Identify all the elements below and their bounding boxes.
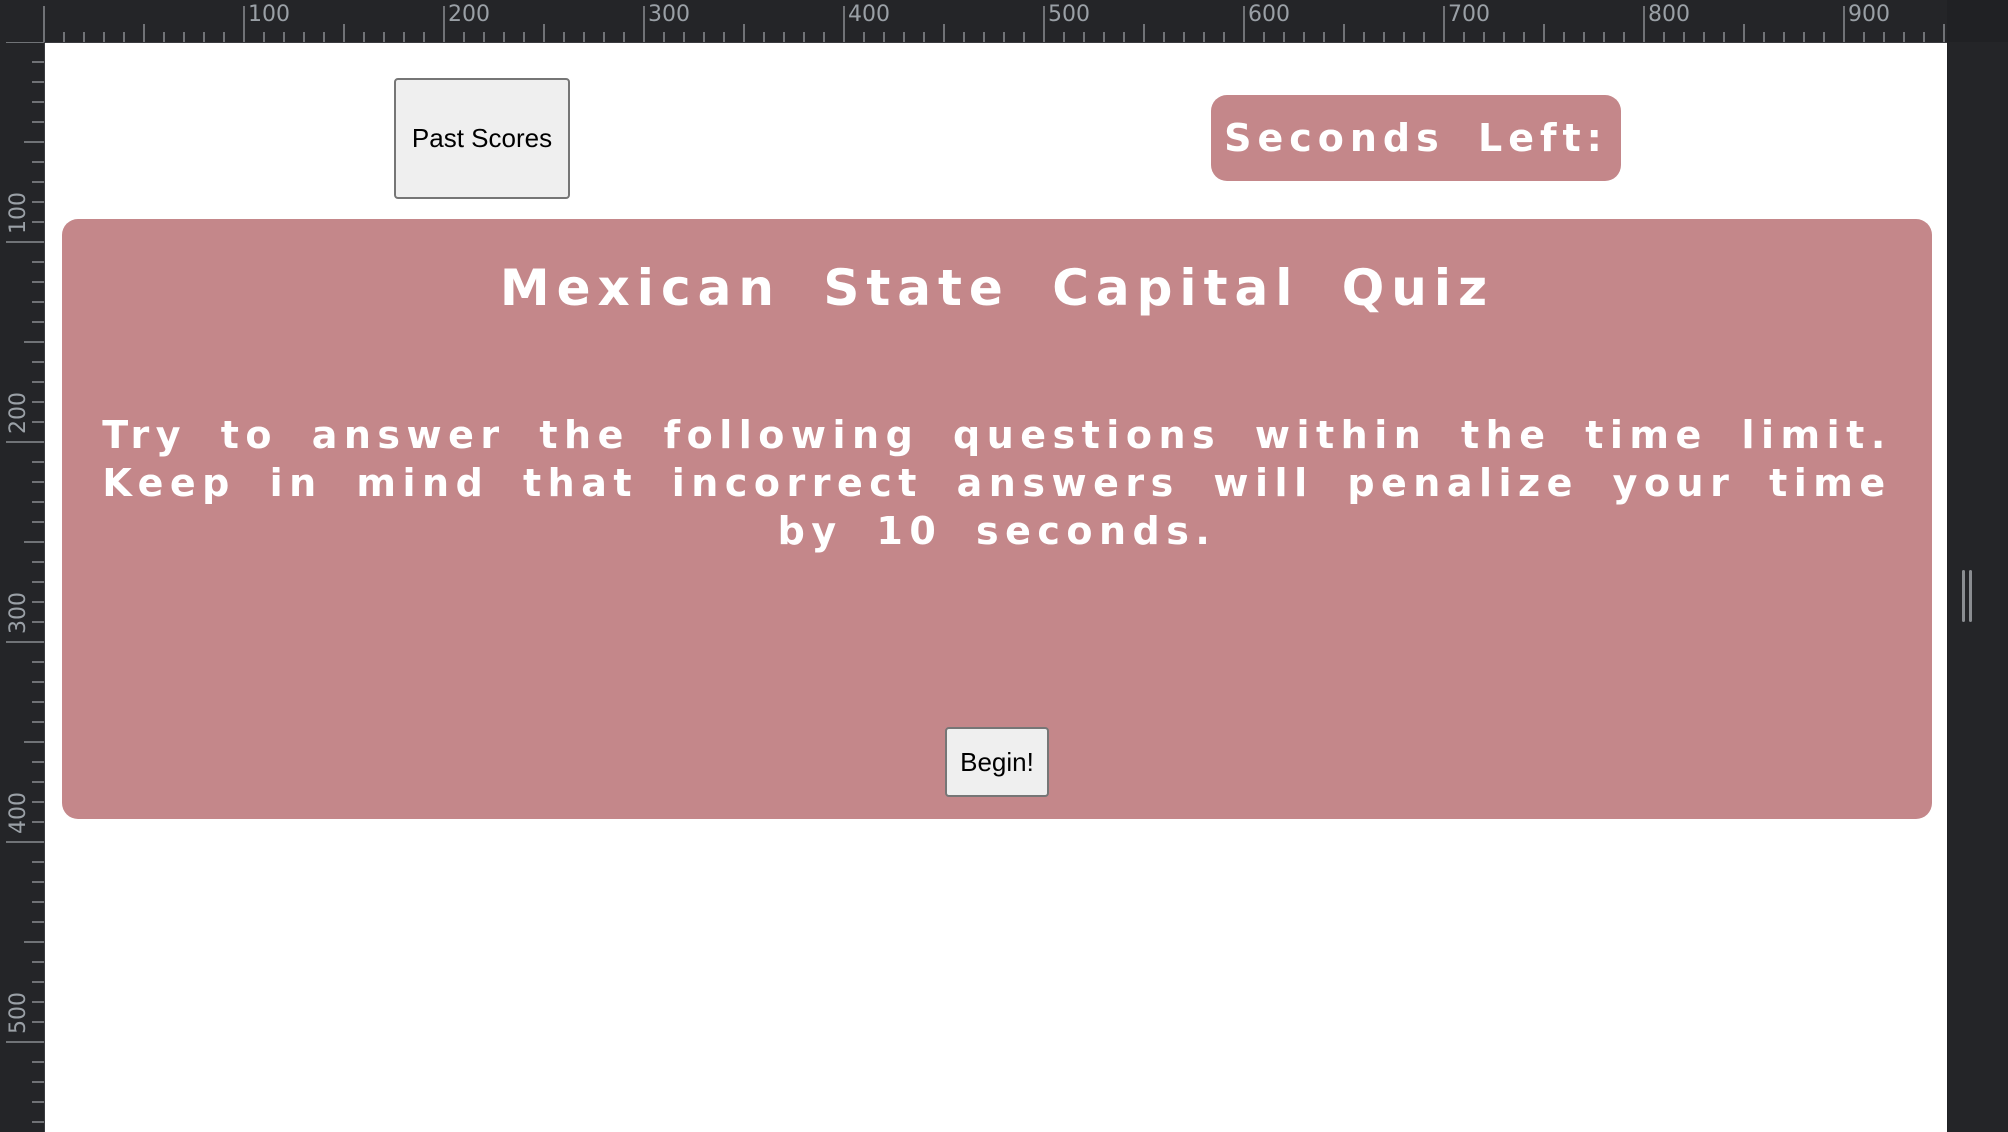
ruler-label: 100 <box>248 2 290 27</box>
ruler-label: 800 <box>1648 2 1690 27</box>
ruler-label: 500 <box>6 992 31 1034</box>
vertical-ruler: 100 200 300 400 500 <box>0 42 45 1132</box>
ruler-label: 300 <box>648 2 690 27</box>
quiz-card: Mexican State Capital Quiz Try to answer… <box>62 219 1932 819</box>
ruler-label: 500 <box>1048 2 1090 27</box>
horizontal-ruler: 100 200 300 400 500 600 700 800 900 <box>0 0 1947 43</box>
resize-handle[interactable] <box>1962 570 1972 622</box>
ruler-label: 900 <box>1848 2 1890 27</box>
device-frame-right <box>1948 42 2008 1132</box>
begin-button[interactable]: Begin! <box>945 727 1049 797</box>
ruler-label: 200 <box>6 392 31 434</box>
ruler-label: 700 <box>1448 2 1490 27</box>
ruler-label: 200 <box>448 2 490 27</box>
ruler-label: 300 <box>6 592 31 634</box>
quiz-title: Mexican State Capital Quiz <box>499 259 1495 317</box>
ruler-label: 600 <box>1248 2 1290 27</box>
page-viewport: Past Scores Seconds Left: Mexican State … <box>45 43 1947 1132</box>
ruler-label: 400 <box>848 2 890 27</box>
ruler-label: 100 <box>6 192 31 234</box>
quiz-instructions: Try to answer the following questions wi… <box>102 413 1892 553</box>
ruler-label: 400 <box>6 792 31 834</box>
resize-handle-bar <box>1969 570 1972 622</box>
timer-display: Seconds Left: <box>1211 95 1621 181</box>
resize-handle-bar <box>1962 570 1965 622</box>
past-scores-button[interactable]: Past Scores <box>394 78 570 199</box>
